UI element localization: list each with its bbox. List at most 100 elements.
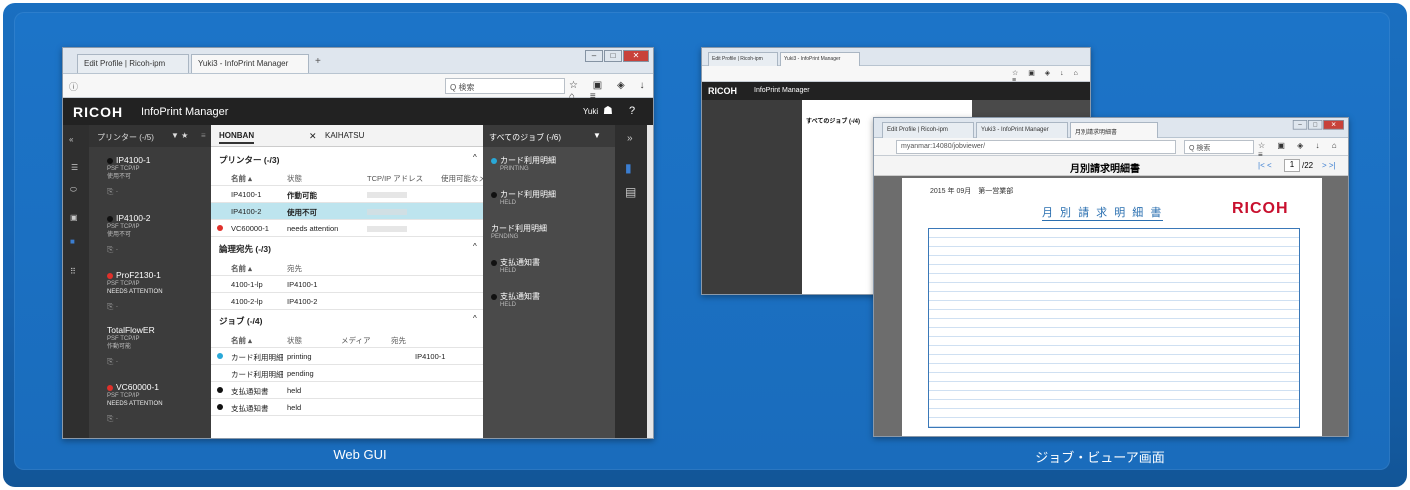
tab-honban[interactable]: HONBAN xyxy=(219,131,255,144)
minimize-icon[interactable]: – xyxy=(585,50,603,62)
viewer-icon[interactable]: ▤ xyxy=(625,185,636,199)
nav-rail: « ☰ ⬭ ▣ ■ ⠿ xyxy=(63,125,89,438)
maximize-icon[interactable]: □ xyxy=(1308,120,1323,130)
table-header: 名前 ▴ 状態 メディア 宛先 xyxy=(211,331,483,348)
printer-item[interactable]: VC60000-1 PSF TCP/IP NEEDS ATTENTION ⎘ · xyxy=(107,382,207,424)
close-icon[interactable]: ✕ xyxy=(623,50,649,62)
doc-brand-logo: RICOH xyxy=(1232,200,1289,217)
chevron-up-icon[interactable]: ^ xyxy=(473,153,477,162)
job-item[interactable]: カード利用明細 HELD xyxy=(491,189,611,206)
printer-item[interactable]: TotalFlowER PSF TCP/IP 作動可能 ⎘ · xyxy=(107,325,207,367)
close-tab-icon[interactable]: ✕ xyxy=(309,131,317,142)
table-row[interactable]: カード利用明細 pending xyxy=(211,365,483,382)
tab-job-viewer[interactable]: 月別請求明細書 xyxy=(1070,122,1158,138)
filter-icon[interactable]: ▼ ★ xyxy=(171,131,188,140)
search-input[interactable]: Q 検索 xyxy=(1184,140,1254,154)
close-icon[interactable]: ✕ xyxy=(1323,120,1344,130)
product-name: InfoPrint Manager xyxy=(754,87,810,94)
printer-sidebar: プリンター (-/5) ▼ ★ ≡ IP4100-1 PSF TCP/IP 使用不可… xyxy=(89,125,211,438)
status-dot xyxy=(217,209,223,215)
job-list-icon[interactable]: ▮ xyxy=(625,161,632,175)
tab-kaihatsu[interactable]: KAIHATSU xyxy=(325,131,364,140)
filter-icon[interactable]: ▼ xyxy=(593,131,601,140)
right-rail: » ▮ ▤ xyxy=(615,125,647,438)
minimize-icon[interactable]: – xyxy=(1292,120,1308,130)
doc-date: 2015 年 09月 第一営業部 xyxy=(930,188,1014,195)
next-page-icon[interactable]: > >| xyxy=(1322,161,1336,170)
printer-item[interactable]: IP4100-2 PSF TCP/IP 使用不可 ⎘ · xyxy=(107,213,207,255)
prev-page-icon[interactable]: |< < xyxy=(1258,161,1272,170)
toggle-icon[interactable]: ⬭ xyxy=(70,185,77,195)
tab-infoprint[interactable]: Yuki3 - InfoPrint Manager xyxy=(191,54,309,73)
printer-item[interactable]: ProF2130-1 PSF TCP/IP NEEDS ATTENTION ⎘ · xyxy=(107,270,207,312)
scrollbar[interactable] xyxy=(647,125,653,438)
doc-heading: 月 別 請 求 明 細 書 xyxy=(1042,204,1164,221)
jobs-title: すべてのジョブ (-/4) xyxy=(806,119,861,125)
page-total: /22 xyxy=(1302,161,1314,170)
product-name: InfoPrint Manager xyxy=(141,106,229,118)
jobs-panel: すべてのジョブ (-/6) ▼ カード利用明細 PRINTING カード利用明細 H… xyxy=(483,125,615,438)
table-row[interactable]: 4100-2-lp IP4100-2 xyxy=(211,293,483,310)
menu-icon[interactable]: ≡ xyxy=(201,131,206,140)
tab-bar: Edit Profile | Ricoh-ipm Yuki3 - InfoPri… xyxy=(63,48,653,74)
info-icon: ⓘ xyxy=(69,82,79,92)
caption-job-viewer: ジョブ・ビューア画面 xyxy=(1035,450,1165,465)
maximize-icon[interactable]: □ xyxy=(604,50,622,62)
jobs-header: すべてのジョブ (-/6) xyxy=(489,133,562,142)
tab-edit-profile[interactable]: Edit Profile | Ricoh-ipm xyxy=(882,122,974,138)
sidebar-header: プリンター (-/5) xyxy=(97,133,154,142)
caption-web-gui: Web GUI xyxy=(333,447,387,462)
job-section-title: ジョブ (-/4) xyxy=(219,316,263,326)
job-item[interactable]: 支払通知書 HELD xyxy=(491,257,611,274)
statement-table xyxy=(928,228,1300,428)
tab-edit-profile[interactable]: Edit Profile | Ricoh-ipm xyxy=(77,54,189,73)
table-header: 名前 ▴ 宛先 xyxy=(211,259,483,276)
table-row[interactable]: VC60000-1 needs attention xyxy=(211,220,483,237)
job-item[interactable]: 支払通知書 HELD xyxy=(491,291,611,308)
window-controls: – □ ✕ xyxy=(1292,120,1344,130)
job-item[interactable]: カード利用明細 PENDING xyxy=(491,223,611,240)
page-input[interactable]: 1 xyxy=(1284,159,1300,172)
user-name[interactable]: Yuki xyxy=(583,107,598,116)
document-title: 月別請求明細書 xyxy=(1070,164,1140,175)
collapse-icon[interactable]: « xyxy=(69,135,73,144)
job-viewer-window: Edit Profile | Ricoh-ipm Yuki3 - InfoPri… xyxy=(873,117,1349,437)
left-browser-window: Edit Profile | Ricoh-ipm Yuki3 - InfoPri… xyxy=(62,47,654,439)
search-input[interactable]: Q 検索 xyxy=(445,78,565,94)
user-icon[interactable]: ☗ xyxy=(603,104,613,117)
new-tab-icon[interactable]: + xyxy=(315,56,321,67)
grid-icon[interactable]: ⠿ xyxy=(70,267,76,276)
url-bar: ⓘ Q 検索 ☆ ▣ ◈ ↓ ⌂ ≡ xyxy=(63,74,653,102)
brand-logo: RICOH xyxy=(708,86,737,96)
brand-logo: RICOH xyxy=(73,104,124,120)
device-icon[interactable]: ▣ xyxy=(70,213,78,222)
url-input[interactable]: myanmar:14080/jobviewer/ xyxy=(896,140,1176,154)
viewer-toolbar: 月別請求明細書 |< < 1 /22 > >| xyxy=(874,156,1348,176)
table-row[interactable]: IP4100-1 作動可能 xyxy=(211,186,483,203)
job-item[interactable]: カード利用明細 PRINTING xyxy=(491,155,611,172)
chevron-up-icon[interactable]: ^ xyxy=(473,242,477,251)
table-row[interactable]: 支払通知書 held xyxy=(211,382,483,399)
tab-edit-profile[interactable]: Edit Profile | Ricoh-ipm xyxy=(708,52,778,66)
table-header: 名前 ▴ 状態 TCP/IP アドレス 使用可能なメ xyxy=(211,169,486,186)
document-area: 2015 年 09月 第一営業部 月 別 請 求 明 細 書 RICOH xyxy=(874,176,1348,436)
table-row[interactable]: 支払通知書 held xyxy=(211,399,483,416)
tab-infoprint[interactable]: Yuki3 - InfoPrint Manager xyxy=(780,52,860,66)
chevron-up-icon[interactable]: ^ xyxy=(473,314,477,323)
list-icon[interactable]: ☰ xyxy=(71,163,78,172)
printer-section-title: プリンター (-/3) xyxy=(219,155,280,165)
document-page: 2015 年 09月 第一営業部 月 別 請 求 明 細 書 RICOH xyxy=(902,178,1322,436)
tab-infoprint[interactable]: Yuki3 - InfoPrint Manager xyxy=(976,122,1068,138)
table-row[interactable]: 4100-1-lp IP4100-1 xyxy=(211,276,483,293)
main-panel: HONBAN ✕ KAIHATSU プリンター (-/3) ^ 名前 ▴ 状態 TC… xyxy=(211,125,486,438)
app-header: RICOH InfoPrint Manager Yuki ☗ ? xyxy=(63,98,653,125)
printer-icon[interactable]: ■ xyxy=(70,237,75,246)
printer-sidebar xyxy=(702,100,802,294)
help-icon[interactable]: ? xyxy=(629,105,635,117)
printer-item[interactable]: IP4100-1 PSF TCP/IP 使用不可 ⎘ · xyxy=(107,155,207,197)
table-row-selected[interactable]: IP4100-2 使用不可 xyxy=(211,203,483,220)
window-controls: – □ ✕ xyxy=(585,50,649,62)
table-row[interactable]: カード利用明細 printing IP4100-1 xyxy=(211,348,483,365)
expand-icon[interactable]: » xyxy=(627,133,633,144)
dest-section-title: 論理宛先 (-/3) xyxy=(219,244,271,254)
